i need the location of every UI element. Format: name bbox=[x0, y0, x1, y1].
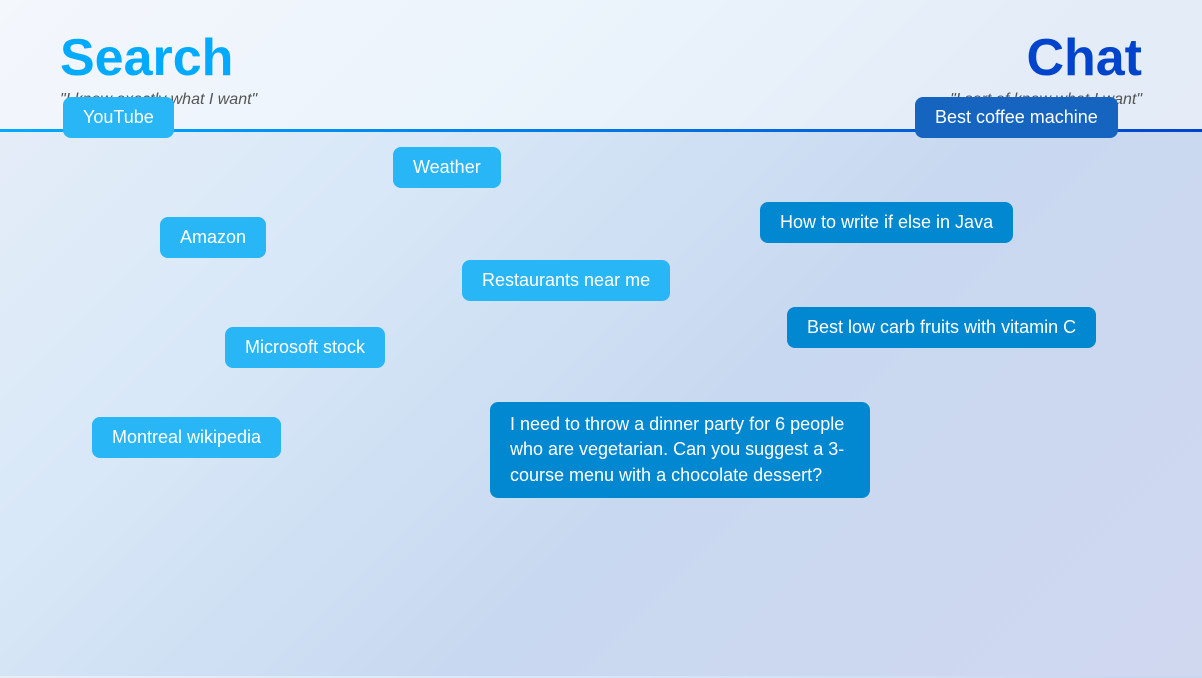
search-title: Search bbox=[60, 30, 257, 87]
chat-title: Chat bbox=[1026, 30, 1142, 87]
pill-youtube[interactable]: YouTube bbox=[63, 97, 174, 138]
pill-montreal-wikipedia[interactable]: Montreal wikipedia bbox=[92, 417, 281, 458]
pill-dinner-party[interactable]: I need to throw a dinner party for 6 peo… bbox=[490, 402, 870, 498]
pill-best-low-carb[interactable]: Best low carb fruits with vitamin C bbox=[787, 307, 1096, 348]
pill-best-coffee-machine[interactable]: Best coffee machine bbox=[915, 97, 1118, 138]
pill-microsoft-stock[interactable]: Microsoft stock bbox=[225, 327, 385, 368]
pill-restaurants-near-me[interactable]: Restaurants near me bbox=[462, 260, 670, 301]
pill-weather[interactable]: Weather bbox=[393, 147, 501, 188]
pill-how-to-write[interactable]: How to write if else in Java bbox=[760, 202, 1013, 243]
pill-amazon[interactable]: Amazon bbox=[160, 217, 266, 258]
content-area: YouTubeWeatherBest coffee machineAmazonH… bbox=[0, 132, 1202, 678]
